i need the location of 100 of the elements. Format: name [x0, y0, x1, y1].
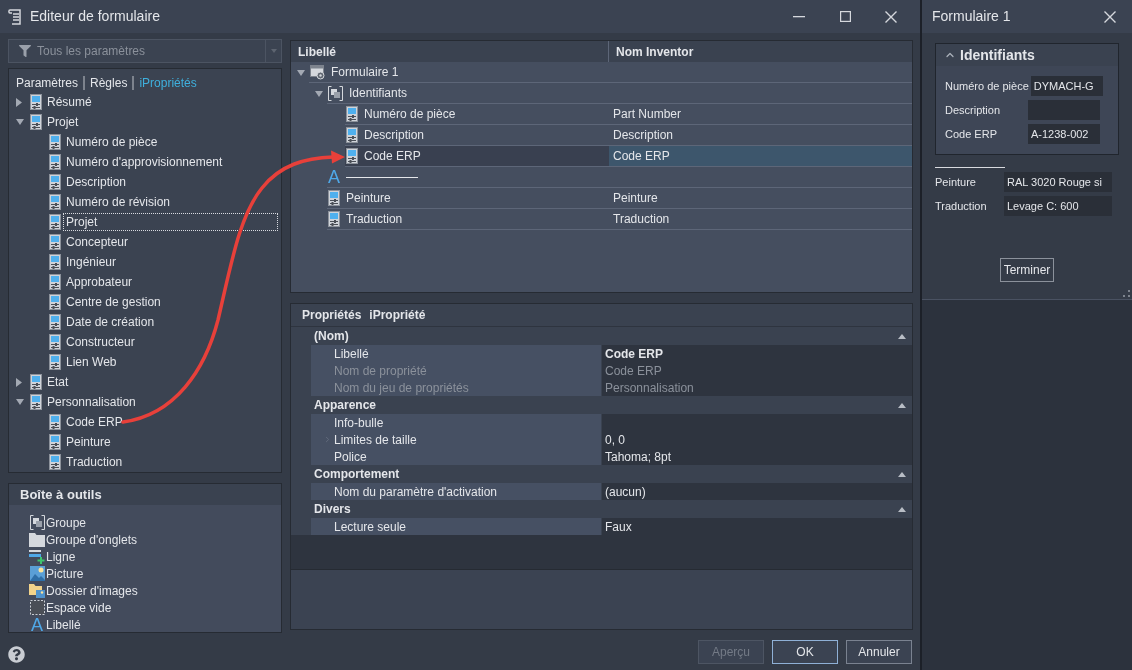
toolbox-item[interactable]: Groupe	[9, 514, 281, 531]
window-title: Formulaire 1	[932, 7, 1011, 26]
property-icon	[30, 394, 42, 410]
caret-down-icon[interactable]	[16, 119, 24, 125]
tab[interactable]: Paramètres	[16, 73, 79, 92]
property-name: Libellé	[334, 345, 369, 363]
property-icon	[49, 254, 61, 270]
caret-down-icon[interactable]	[297, 69, 305, 76]
property-icon	[30, 114, 42, 130]
table-cell: Traduction	[609, 209, 912, 230]
input-field[interactable]: DYMACH-G	[1030, 76, 1103, 96]
tree-item[interactable]: Etat	[44, 373, 278, 391]
property-name: Police	[334, 448, 367, 466]
dialog-button[interactable]: OK	[772, 639, 838, 664]
property-icon	[49, 274, 61, 290]
property-icon	[49, 154, 61, 170]
property-value: Tahoma; 8pt	[602, 448, 912, 465]
tab[interactable]: iPropriétés	[139, 73, 197, 92]
minimize-icon	[793, 15, 805, 18]
toolbox-item[interactable]: A Libellé	[9, 616, 281, 633]
field-label: Peinture	[934, 174, 977, 190]
tree-item[interactable]: Peinture	[63, 433, 278, 451]
toolbox-item[interactable]: Picture	[9, 565, 281, 582]
toolbox-item[interactable]: Groupe d'onglets	[9, 531, 281, 548]
tree-item[interactable]: Lien Web	[63, 353, 278, 371]
property-name: Nom de propriété	[334, 362, 427, 380]
tree-item[interactable]: Approbateur	[63, 273, 278, 291]
tree-item[interactable]: Numéro de révision	[63, 193, 278, 211]
caret-right-icon[interactable]	[16, 377, 22, 387]
triangle-up-icon[interactable]	[898, 402, 906, 408]
horizontal-rule	[935, 167, 1005, 168]
tab[interactable]: Règles	[90, 73, 128, 92]
property-icon	[49, 174, 61, 190]
tree-item[interactable]: Constructeur	[63, 333, 278, 351]
caret-right-icon[interactable]	[16, 97, 22, 107]
tree-item[interactable]: Date de création	[63, 313, 278, 331]
tree-item[interactable]: Concepteur	[63, 233, 278, 251]
add-row-icon	[29, 549, 45, 564]
window-title: Editeur de formulaire	[30, 7, 160, 26]
caret-down-icon[interactable]	[16, 399, 24, 405]
input-field[interactable]: Levage C: 600	[1004, 196, 1112, 216]
tree-item[interactable]: Traduction	[63, 453, 278, 471]
property-icon	[49, 454, 61, 470]
category-label: Comportement	[314, 466, 400, 483]
category-label: Apparence	[314, 397, 377, 414]
close-icon	[1104, 10, 1116, 23]
field-label: Code ERP	[944, 126, 998, 142]
tree-item[interactable]: Projet	[63, 213, 278, 231]
finish-button[interactable]: Terminer	[1000, 258, 1054, 282]
property-name: Lecture seule	[334, 518, 407, 536]
dropdown-arrow-icon	[270, 49, 277, 53]
property-name: Nom du paramètre d'activation	[334, 483, 498, 501]
tree-item[interactable]: Numéro de pièce	[63, 133, 278, 151]
column-header[interactable]: Nom Inventor	[609, 41, 912, 62]
table-cell: Part Number	[609, 104, 912, 125]
tree-item[interactable]: Personnalisation	[44, 393, 278, 411]
property-name: Info-bulle	[334, 414, 384, 432]
property-icon	[30, 374, 42, 390]
letter-a-icon: A	[328, 169, 340, 185]
input-field[interactable]: A-1238-002	[1028, 124, 1100, 144]
triangle-up-icon[interactable]	[898, 506, 906, 512]
tree-item[interactable]: Numéro de pièce	[345, 104, 609, 125]
tree-item[interactable]: Résumé	[44, 93, 278, 111]
tree-item[interactable]: Projet	[44, 113, 278, 131]
tree-item[interactable]: Peinture	[327, 188, 609, 209]
tree-item[interactable]: Code ERP	[63, 413, 278, 431]
property-icon	[346, 127, 358, 143]
help-icon[interactable]	[8, 646, 25, 663]
triangle-up-icon[interactable]	[898, 333, 906, 339]
form-window-icon	[310, 64, 325, 80]
tree-item[interactable]: Identifiants	[327, 83, 609, 104]
toolbox-item[interactable]: Espace vide	[9, 599, 281, 616]
tree-item[interactable]: Code ERP	[345, 146, 609, 167]
toolbox-item[interactable]: Ligne	[9, 548, 281, 565]
letter-a-icon: A	[31, 616, 43, 633]
property-icon	[49, 214, 61, 230]
property-icon	[49, 354, 61, 370]
category-label: Divers	[314, 501, 351, 518]
close-icon	[885, 10, 897, 23]
input-field[interactable]: RAL 3020 Rouge si	[1004, 172, 1112, 192]
property-value: Personnalisation	[602, 379, 912, 396]
tree-item[interactable]: Numéro d'approvisionnement	[63, 153, 278, 171]
image-folder-icon	[29, 583, 45, 598]
dialog-button[interactable]: Annuler	[846, 639, 912, 664]
property-value: Faux	[602, 518, 912, 535]
column-header[interactable]: Libellé	[291, 41, 609, 62]
tree-item[interactable]: Formulaire 1	[309, 62, 609, 83]
tree-item[interactable]: Traduction	[327, 209, 609, 230]
property-icon	[49, 294, 61, 310]
caret-down-icon[interactable]	[315, 90, 323, 97]
input-field[interactable]	[1028, 100, 1100, 120]
triangle-up-icon[interactable]	[898, 471, 906, 477]
tree-item[interactable]: Centre de gestion	[63, 293, 278, 311]
resize-grip-icon[interactable]	[1123, 290, 1130, 297]
toolbox-item[interactable]: Dossier d'images	[9, 582, 281, 599]
tree-item[interactable]: Ingénieur	[63, 253, 278, 271]
tree-item[interactable]: Description	[63, 173, 278, 191]
picture-icon	[29, 566, 45, 581]
panel-subtitle: iPropriété	[369, 307, 426, 324]
property-value: Code ERP	[602, 362, 912, 379]
